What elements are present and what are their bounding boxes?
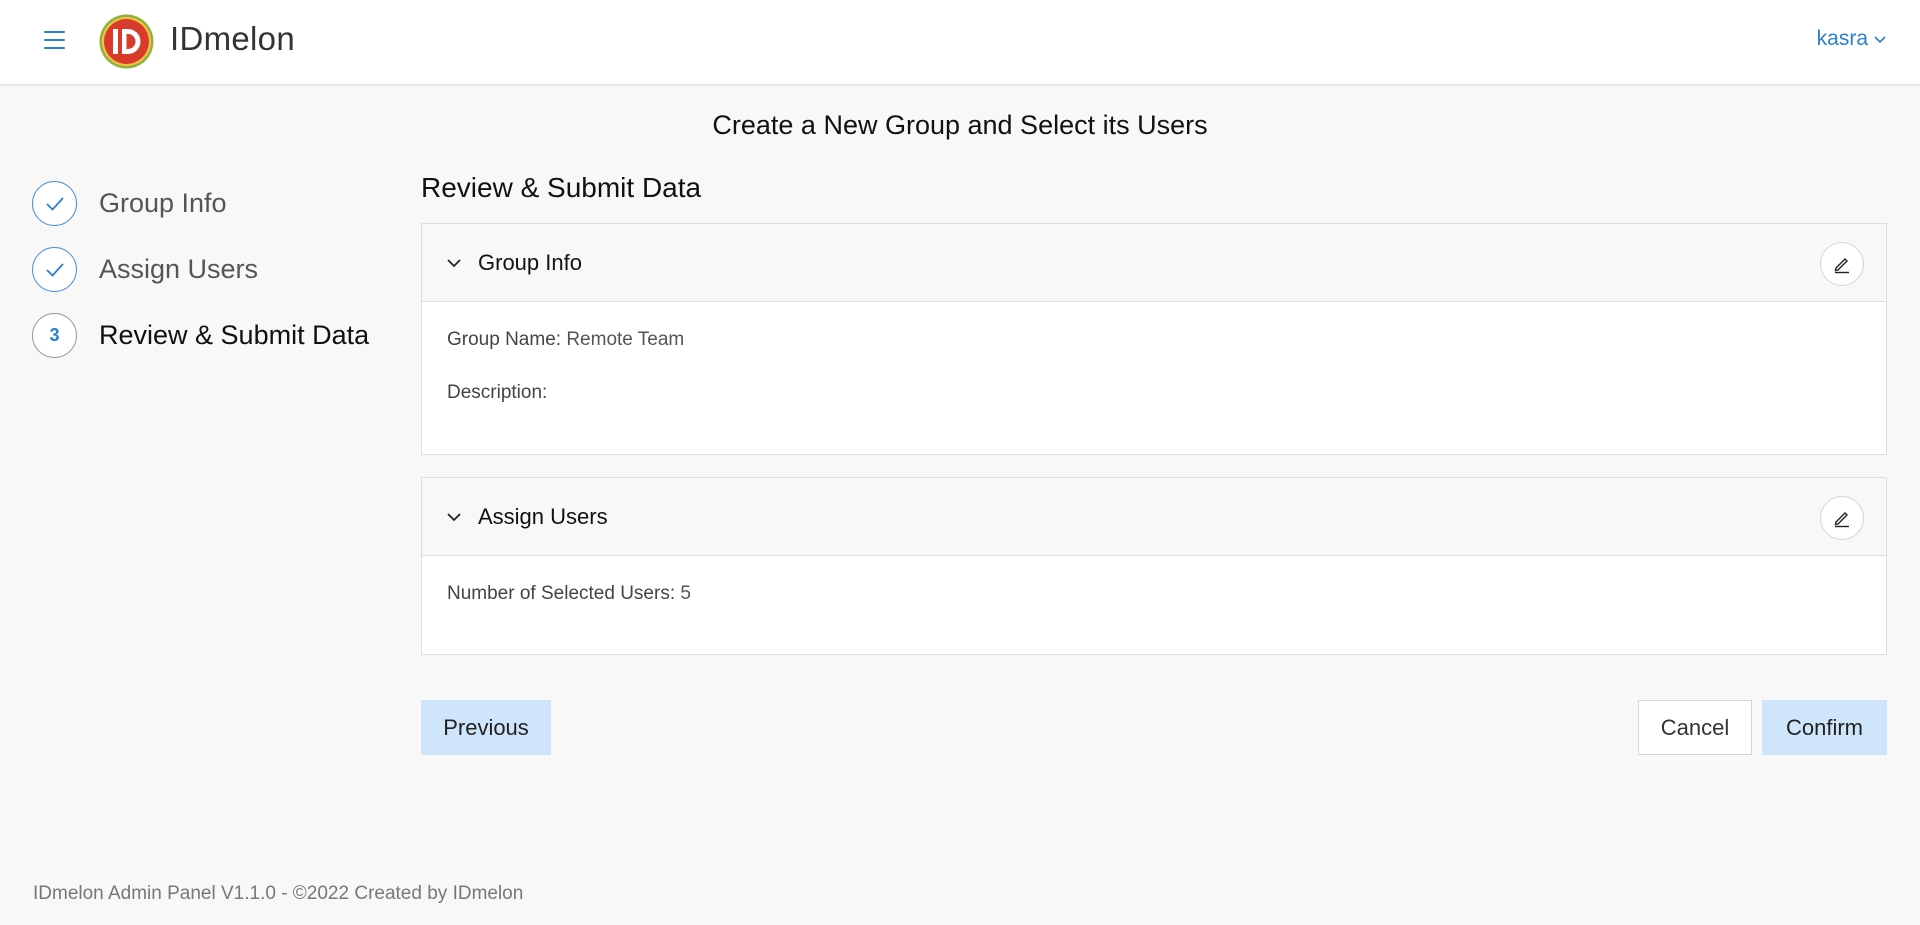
footer-text: IDmelon Admin Panel V1.1.0 - ©2022 Creat… [33,883,524,904]
page-title: Create a New Group and Select its Users [712,110,1208,140]
description-label: Description: [447,382,548,403]
user-name[interactable]: kasra [1817,27,1868,51]
step-group-info[interactable]: Group Info [32,181,227,226]
step-label: Group Info [99,188,227,218]
step-number-circle: 3 [32,313,77,358]
step-assign-users[interactable]: Assign Users [32,247,258,292]
check-icon [45,196,64,211]
panel-title: Group Info [478,249,582,275]
selected-users-row: Number of Selected Users: 5 [447,583,691,605]
previous-button[interactable]: Previous [421,700,551,755]
confirm-button[interactable]: Confirm [1762,700,1887,755]
chevron-down-icon[interactable] [446,510,462,524]
brand-name: IDmelon [170,20,295,57]
group-info-panel: Group Info Group Name: Remote Team Descr… [421,223,1887,455]
panel-header[interactable]: Assign Users [422,478,1886,556]
step-label: Review & Submit Data [99,320,370,350]
edit-button[interactable] [1820,242,1864,286]
selected-users-label: Number of Selected Users: [447,583,676,604]
chevron-down-icon[interactable] [446,256,462,270]
step-done-circle [32,181,77,226]
top-header: IDmelon kasra [0,0,1920,85]
edit-button[interactable] [1820,496,1864,540]
group-name-label: Group Name: [447,329,562,350]
step-review-submit: 3 Review & Submit Data [32,313,369,358]
cancel-button[interactable]: Cancel [1638,700,1752,755]
description-row: Description: [447,382,547,404]
assign-users-panel: Assign Users Number of Selected Users: 5 [421,477,1887,655]
step-label: Assign Users [99,254,259,284]
panel-title: Assign Users [478,503,608,529]
chevron-down-icon [1874,36,1886,44]
pencil-icon [1834,258,1849,274]
panel-header[interactable]: Group Info [422,224,1886,302]
group-name-value: Remote Team [566,329,685,350]
step-done-circle [32,247,77,292]
pencil-icon [1834,512,1849,528]
selected-users-value: 5 [680,583,691,604]
user-menu[interactable]: kasra [1817,27,1886,51]
section-heading: Review & Submit Data [421,172,702,203]
idmelon-logo [99,14,154,69]
check-icon [45,262,64,277]
hamburger-icon[interactable] [44,31,65,51]
group-name-row: Group Name: Remote Team [447,329,684,351]
